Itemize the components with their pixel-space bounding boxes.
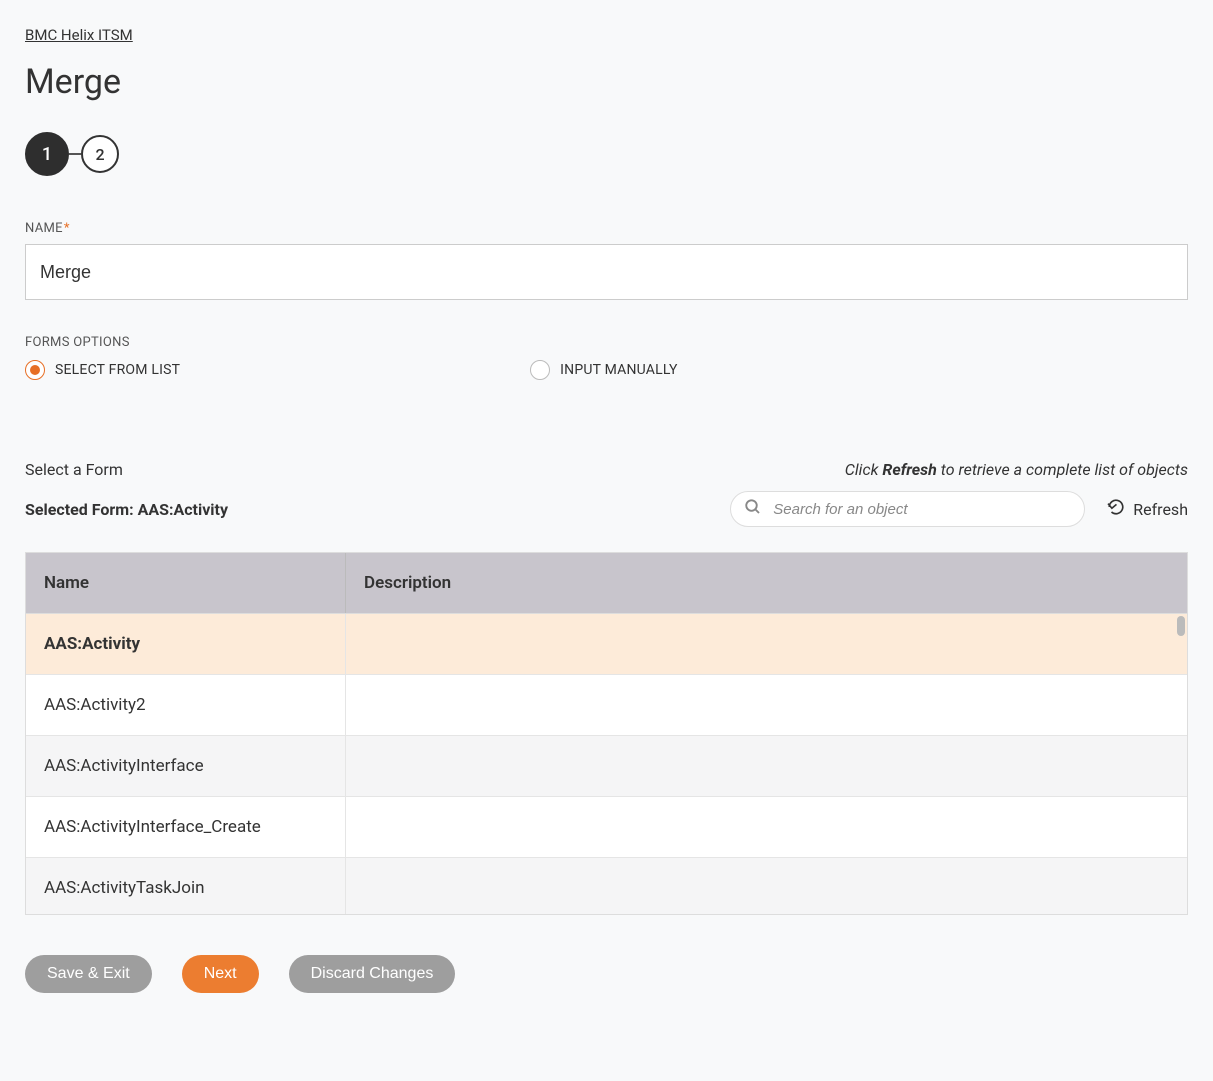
stepper: 1 2 bbox=[25, 132, 1188, 176]
table-row[interactable]: AAS:ActivityInterface bbox=[26, 736, 1187, 797]
radio-circle-icon bbox=[530, 360, 550, 380]
table-cell-name: AAS:ActivityInterface_Create bbox=[26, 797, 346, 857]
table-cell-name: AAS:Activity bbox=[26, 614, 346, 674]
table-row[interactable]: AAS:ActivityTaskJoin bbox=[26, 858, 1187, 914]
table-cell-name: AAS:ActivityTaskJoin bbox=[26, 858, 346, 914]
refresh-hint-suffix: to retrieve a complete list of objects bbox=[937, 460, 1188, 479]
name-input[interactable] bbox=[25, 244, 1188, 300]
selected-form-label: Selected Form: AAS:Activity bbox=[25, 500, 228, 519]
table-cell-description bbox=[346, 858, 1187, 914]
table-cell-description bbox=[346, 675, 1187, 735]
table-cell-name: AAS:ActivityInterface bbox=[26, 736, 346, 796]
table-body[interactable]: AAS:ActivityAAS:Activity2AAS:ActivityInt… bbox=[26, 614, 1187, 914]
search-icon bbox=[744, 498, 762, 520]
scrollbar-thumb[interactable] bbox=[1177, 616, 1185, 636]
footer-buttons: Save & Exit Next Discard Changes bbox=[25, 955, 1188, 993]
breadcrumb-link[interactable]: BMC Helix ITSM bbox=[25, 26, 133, 44]
table-header: Name Description bbox=[26, 553, 1187, 614]
refresh-button[interactable]: Refresh bbox=[1107, 498, 1188, 520]
refresh-button-label: Refresh bbox=[1133, 500, 1188, 519]
table-header-description[interactable]: Description bbox=[346, 553, 1187, 613]
selected-form-value: AAS:Activity bbox=[138, 500, 228, 519]
table-header-name[interactable]: Name bbox=[26, 553, 346, 613]
refresh-hint-bold: Refresh bbox=[882, 460, 936, 479]
table-cell-description bbox=[346, 797, 1187, 857]
forms-table: Name Description AAS:ActivityAAS:Activit… bbox=[25, 552, 1188, 915]
step-2[interactable]: 2 bbox=[81, 135, 119, 173]
radio-circle-icon bbox=[25, 360, 45, 380]
discard-changes-button[interactable]: Discard Changes bbox=[289, 955, 456, 993]
refresh-hint: Click Refresh to retrieve a complete lis… bbox=[845, 460, 1188, 479]
step-1[interactable]: 1 bbox=[25, 132, 69, 176]
page-title: Merge bbox=[25, 62, 1188, 102]
name-label: NAME* bbox=[25, 221, 1188, 236]
radio-dot-icon bbox=[30, 365, 40, 375]
radio-input-manually[interactable]: INPUT MANUALLY bbox=[530, 360, 677, 380]
refresh-hint-prefix: Click bbox=[845, 460, 883, 479]
radio-input-manually-label: INPUT MANUALLY bbox=[560, 362, 677, 378]
table-row[interactable]: AAS:ActivityInterface_Create bbox=[26, 797, 1187, 858]
select-form-label: Select a Form bbox=[25, 460, 123, 479]
table-cell-description bbox=[346, 736, 1187, 796]
refresh-icon bbox=[1107, 498, 1125, 520]
next-button[interactable]: Next bbox=[182, 955, 259, 993]
radio-select-from-list[interactable]: SELECT FROM LIST bbox=[25, 360, 180, 380]
forms-options-label: FORMS OPTIONS bbox=[25, 335, 1188, 350]
required-asterisk: * bbox=[64, 221, 70, 236]
table-cell-description bbox=[346, 614, 1187, 674]
radio-select-from-list-label: SELECT FROM LIST bbox=[55, 362, 180, 378]
step-connector bbox=[69, 153, 81, 155]
name-label-text: NAME bbox=[25, 221, 63, 236]
table-row[interactable]: AAS:Activity bbox=[26, 614, 1187, 675]
search-input[interactable] bbox=[730, 491, 1085, 527]
save-exit-button[interactable]: Save & Exit bbox=[25, 955, 152, 993]
table-cell-name: AAS:Activity2 bbox=[26, 675, 346, 735]
table-row[interactable]: AAS:Activity2 bbox=[26, 675, 1187, 736]
selected-form-prefix: Selected Form: bbox=[25, 500, 138, 519]
